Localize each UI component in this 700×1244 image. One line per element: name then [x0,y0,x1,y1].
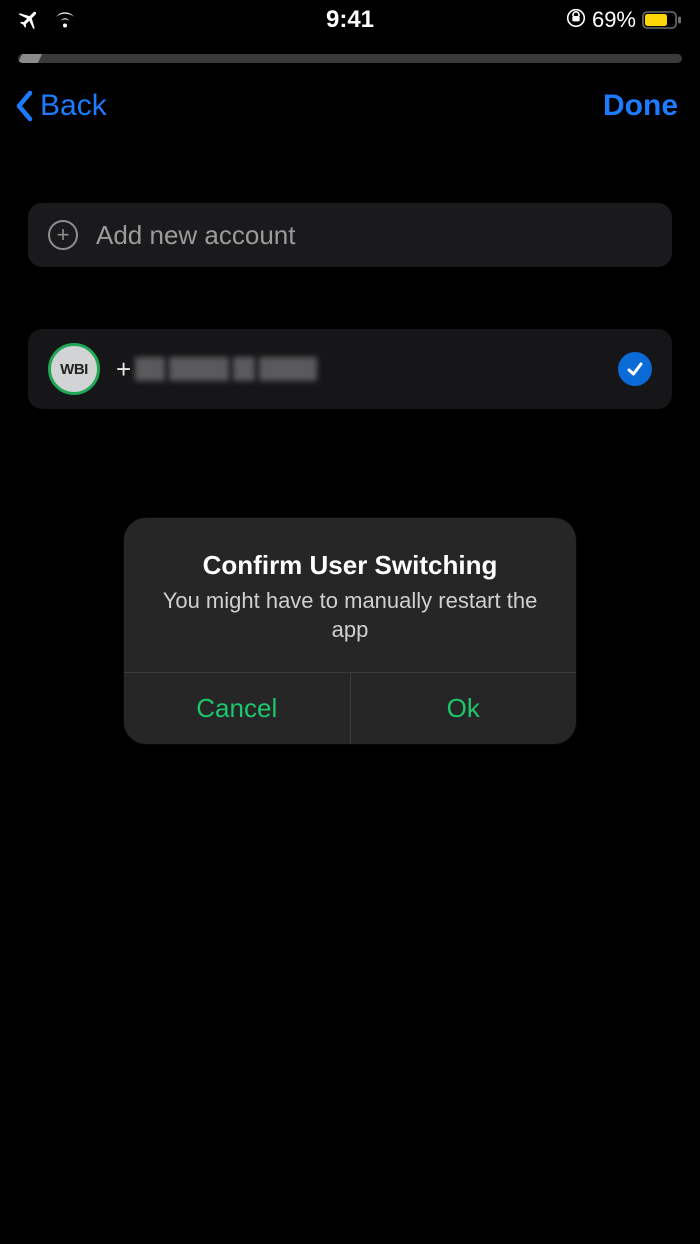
battery-icon [642,11,682,29]
alert-title: Confirm User Switching [152,550,548,581]
airplane-icon [18,8,42,32]
sheet-progress-bar [18,54,682,63]
back-label: Back [40,89,107,123]
status-left [18,8,78,32]
rotation-lock-icon [566,8,586,33]
selected-check-icon [618,352,652,386]
wifi-icon [52,10,78,30]
alert-message: You might have to manually restart the a… [152,587,548,644]
avatar-text: WBI [60,361,88,378]
plus-circle-icon: + [48,220,78,250]
cancel-button[interactable]: Cancel [124,673,350,744]
battery-percent: 69% [592,7,636,33]
status-right: 69% [566,7,682,33]
status-time: 9:41 [326,6,374,34]
phone-prefix: + [116,354,131,385]
confirm-alert: Confirm User Switching You might have to… [124,518,576,744]
done-button[interactable]: Done [603,89,678,123]
add-account-cell[interactable]: + Add new account [28,203,672,267]
account-row[interactable]: WBI + [28,329,672,409]
alert-buttons: Cancel Ok [124,672,576,744]
add-account-label: Add new account [96,220,295,251]
avatar: WBI [48,343,100,395]
redacted-phone [135,357,317,381]
content-area: + Add new account WBI + [0,123,700,409]
sheet-progress-knob [18,54,43,63]
status-bar: 9:41 69% [0,0,700,40]
alert-body: Confirm User Switching You might have to… [124,518,576,672]
ok-button[interactable]: Ok [350,673,577,744]
back-button[interactable]: Back [14,89,107,123]
nav-bar: Back Done [0,63,700,123]
account-phone: + [116,354,317,385]
chevron-left-icon [14,89,36,123]
